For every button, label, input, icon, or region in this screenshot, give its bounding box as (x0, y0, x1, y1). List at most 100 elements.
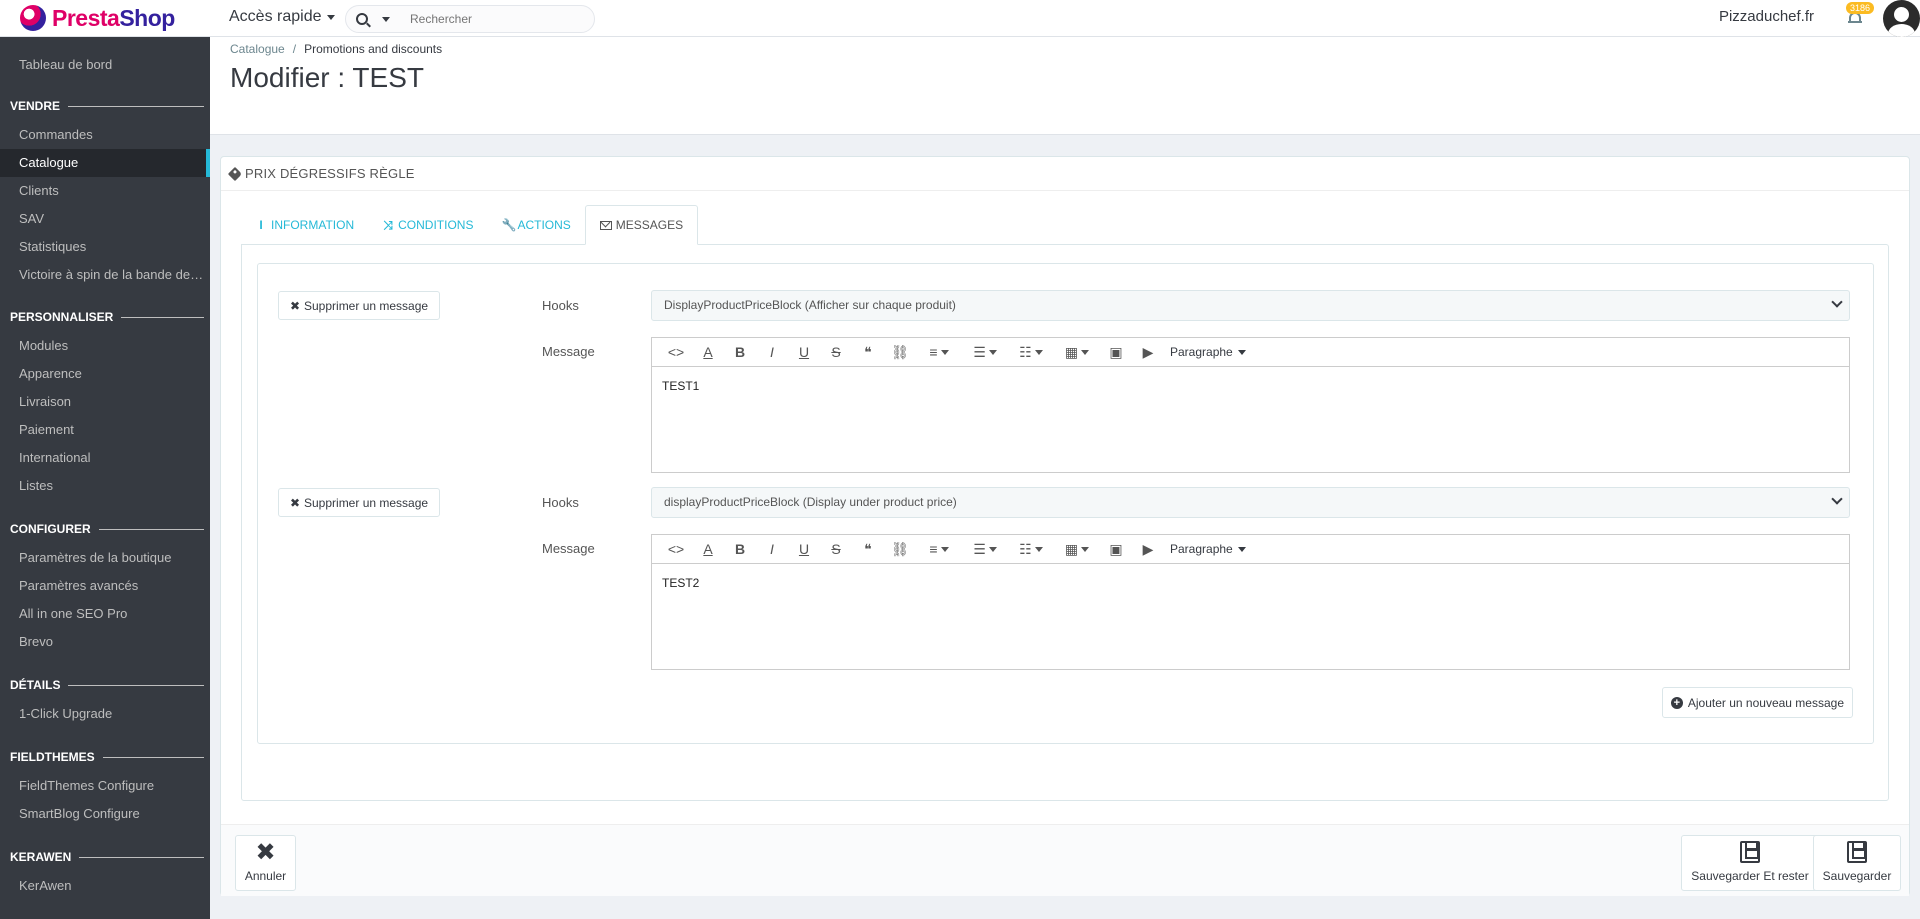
paragraph-format-dropdown[interactable]: Paragraphe (1164, 345, 1246, 359)
link-icon[interactable]: ⛓ (884, 339, 916, 365)
editor-content[interactable]: TEST2 (652, 564, 1849, 602)
cancel-button[interactable]: ✖ Annuler (235, 835, 296, 891)
sidebar-nav: Tableau de bord VENDRE Commandes Catalog… (0, 37, 210, 919)
sidebar-item-1click-upgrade[interactable]: 1-Click Upgrade (0, 700, 210, 728)
message-label: Message (542, 541, 595, 556)
info-icon: i (259, 218, 263, 232)
quick-access-dropdown[interactable]: Accès rapide (229, 8, 335, 26)
bold-icon[interactable]: B (724, 536, 756, 562)
editor-content[interactable]: TEST1 (652, 367, 1849, 405)
italic-icon[interactable]: I (756, 536, 788, 562)
prestashop-logo[interactable]: PrestaShop (20, 4, 175, 32)
hooks-label: Hooks (542, 298, 579, 313)
link-icon[interactable]: ⛓ (884, 536, 916, 562)
breadcrumb-separator: / (292, 42, 297, 56)
bold-icon[interactable]: B (724, 339, 756, 365)
save-icon (1740, 841, 1760, 863)
sidebar-section-details: DÉTAILS (10, 675, 204, 695)
plus-circle-icon: + (1670, 696, 1683, 709)
search-input[interactable] (408, 11, 588, 27)
close-icon: ✖ (289, 298, 300, 313)
hook-select[interactable]: displayProductPriceBlock (Display under … (651, 487, 1850, 518)
sidebar-item-brevo[interactable]: Brevo (0, 628, 210, 656)
add-message-button[interactable]: + Ajouter un nouveau message (1661, 687, 1853, 718)
search-box (345, 5, 595, 33)
search-icon[interactable] (356, 13, 368, 25)
close-icon: ✖ (255, 839, 276, 866)
sidebar-item-parametres-boutique[interactable]: Paramètres de la boutique (0, 544, 210, 572)
editor-toolbar: <> A B I U S ❝ ⛓ ≡ ☰ ☷ ▦ ▣ ▶ Paragraphe (652, 338, 1849, 367)
bullet-list-icon[interactable]: ☰ (962, 536, 1008, 562)
tab-conditions[interactable]: ⤨ CONDITIONS (368, 205, 487, 245)
sidebar-item-fieldthemes-configure[interactable]: FieldThemes Configure (0, 772, 210, 800)
price-rule-panel: PRIX DÉGRESSIFS RÈGLE i INFORMATION ⤨ CO… (220, 156, 1910, 896)
code-icon[interactable]: <> (660, 339, 692, 365)
chevron-down-icon (1831, 296, 1843, 308)
sidebar-item-apparence[interactable]: Apparence (0, 360, 210, 388)
shop-name-link[interactable]: Pizzaduchef.fr (1719, 8, 1814, 25)
tab-information-label: INFORMATION (271, 218, 355, 232)
table-icon[interactable]: ▦ (1054, 339, 1100, 365)
sidebar-item-livraison[interactable]: Livraison (0, 388, 210, 416)
media-icon[interactable]: ▶ (1132, 536, 1164, 562)
media-icon[interactable]: ▶ (1132, 339, 1164, 365)
table-icon[interactable]: ▦ (1054, 536, 1100, 562)
numbered-list-icon[interactable]: ☷ (1008, 536, 1054, 562)
messages-container: ✖ Supprimer un message Hooks DisplayProd… (257, 263, 1874, 744)
align-icon[interactable]: ≡ (916, 339, 962, 365)
sidebar-item-international[interactable]: International (0, 444, 210, 472)
sidebar-item-kerawen[interactable]: KerAwen (0, 872, 210, 900)
sidebar-item-clients[interactable]: Clients (0, 177, 210, 205)
prestashop-logo-icon (20, 5, 46, 31)
sidebar-item-statistiques[interactable]: Statistiques (0, 233, 210, 261)
sidebar-section-personnaliser: PERSONNALISER (10, 307, 204, 327)
hooks-label: Hooks (542, 495, 579, 510)
tab-actions[interactable]: 🔧 ACTIONS (487, 205, 584, 245)
panel-footer: ✖ Annuler Sauvegarder Et rester Sauvegar… (221, 824, 1909, 896)
delete-message-button[interactable]: ✖ Supprimer un message (278, 488, 440, 517)
blockquote-icon[interactable]: ❝ (852, 536, 884, 562)
message-editor: <> A B I U S ❝ ⛓ ≡ ☰ ☷ ▦ ▣ ▶ Paragraphe … (651, 534, 1850, 670)
align-icon[interactable]: ≡ (916, 536, 962, 562)
italic-icon[interactable]: I (756, 339, 788, 365)
chevron-down-icon (1831, 493, 1843, 505)
top-header: PrestaShop Accès rapide Pizzaduchef.fr 3… (0, 0, 1920, 37)
numbered-list-icon[interactable]: ☷ (1008, 339, 1054, 365)
sidebar-section-configurer: CONFIGURER (10, 519, 204, 539)
bullet-list-icon[interactable]: ☰ (962, 339, 1008, 365)
code-icon[interactable]: <> (660, 536, 692, 562)
text-color-icon[interactable]: A (692, 339, 724, 365)
tab-messages[interactable]: MESSAGES (584, 205, 699, 245)
sidebar-item-seo-pro[interactable]: All in one SEO Pro (0, 600, 210, 628)
sidebar-item-dashboard[interactable]: Tableau de bord (0, 51, 210, 79)
strikethrough-icon[interactable]: S (820, 536, 852, 562)
blockquote-icon[interactable]: ❝ (852, 339, 884, 365)
delete-message-button[interactable]: ✖ Supprimer un message (278, 291, 440, 320)
sidebar-section-kerawen: KERAWEN (10, 847, 204, 867)
sidebar-item-commandes[interactable]: Commandes (0, 121, 210, 149)
save-and-stay-button[interactable]: Sauvegarder Et rester (1681, 835, 1819, 891)
underline-icon[interactable]: U (788, 536, 820, 562)
hook-select[interactable]: DisplayProductPriceBlock (Afficher sur c… (651, 290, 1850, 321)
tab-information[interactable]: i INFORMATION (241, 205, 368, 245)
text-color-icon[interactable]: A (692, 536, 724, 562)
sidebar-item-parametres-avances[interactable]: Paramètres avancés (0, 572, 210, 600)
shuffle-icon: ⤨ (383, 217, 393, 232)
save-button[interactable]: Sauvegarder (1813, 835, 1901, 891)
underline-icon[interactable]: U (788, 339, 820, 365)
paragraph-format-dropdown[interactable]: Paragraphe (1164, 542, 1246, 556)
breadcrumb-parent-link[interactable]: Catalogue (230, 42, 285, 56)
envelope-icon (599, 220, 612, 230)
sidebar-item-sav[interactable]: SAV (0, 205, 210, 233)
sidebar-item-victoire[interactable]: Victoire à spin de la bande de c... (0, 261, 210, 289)
sidebar-item-listes[interactable]: Listes (0, 472, 210, 500)
sidebar-item-catalogue[interactable]: Catalogue (0, 149, 210, 177)
sidebar-item-modules[interactable]: Modules (0, 332, 210, 360)
image-icon[interactable]: ▣ (1100, 536, 1132, 562)
image-icon[interactable]: ▣ (1100, 339, 1132, 365)
employee-avatar[interactable] (1883, 0, 1920, 37)
sidebar-item-paiement[interactable]: Paiement (0, 416, 210, 444)
strikethrough-icon[interactable]: S (820, 339, 852, 365)
sidebar-item-smartblog-configure[interactable]: SmartBlog Configure (0, 800, 210, 828)
caret-down-icon[interactable] (382, 16, 390, 22)
